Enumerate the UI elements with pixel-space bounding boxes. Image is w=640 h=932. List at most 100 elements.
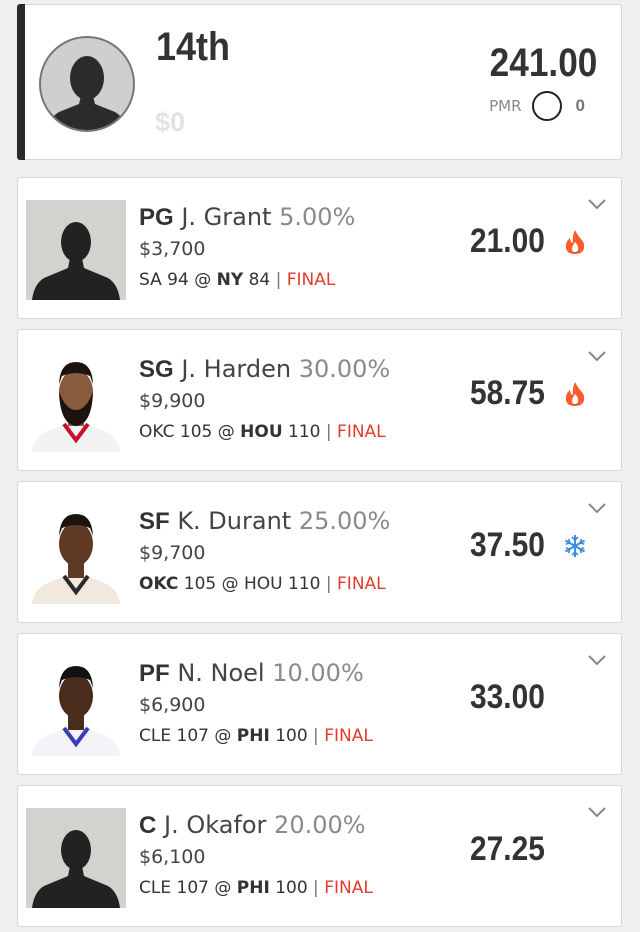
separator: | [313,726,319,746]
chevron-down-icon[interactable] [587,654,607,666]
game-status: FINAL [324,878,373,898]
player-title-line: SF K. Durant 25.00% [139,506,390,537]
player-title-line: C J. Okafor 20.00% [139,810,373,841]
game-status: FINAL [337,574,386,594]
player-name: J. Grant [181,203,272,231]
player-card[interactable]: SG J. Harden 30.00% $9,900 OKC 105 @ HOU… [17,329,622,471]
player-ownership: 25.00% [298,507,391,535]
player-card[interactable]: PF N. Noel 10.00% $6,900 CLE 107 @ PHI 1… [17,633,622,775]
player-position: SF [139,508,170,535]
game-status: FINAL [286,270,336,290]
player-photo [26,808,126,908]
headshot-image [26,352,126,452]
player-ownership: 10.00% [272,659,364,687]
away-score: 105 [179,422,213,442]
player-name: K. Durant [177,507,292,535]
silhouette-icon [32,222,120,300]
away-score: 107 [176,878,209,898]
player-info: SF K. Durant 25.00% $9,700 OKC 105 @ HOU… [139,506,390,595]
home-score: 110 [288,574,321,594]
away-team: CLE [139,878,172,898]
total-points: 241.00 [489,41,597,85]
pmr-indicator: PMR 0 [489,91,585,121]
at-symbol: @ [221,574,239,594]
player-ownership: 5.00% [279,203,356,231]
home-team: PHI [236,726,270,746]
user-avatar [39,36,135,132]
headshot-image [26,504,126,604]
player-ownership: 20.00% [274,811,366,839]
player-photo [26,200,126,300]
player-position: C [139,812,157,839]
away-team: CLE [139,726,172,746]
home-team: PHI [236,878,270,898]
silhouette-icon [32,830,120,908]
player-title-line: PG J. Grant 5.00% [139,202,355,233]
headshot-image [26,656,126,756]
chevron-down-icon[interactable] [587,806,607,818]
home-score: 100 [275,726,308,746]
contest-summary-card: 14th $0 241.00 PMR 0 [17,4,622,160]
chevron-down-icon[interactable] [587,350,607,362]
fire-icon [565,382,585,406]
fire-icon [565,230,585,254]
player-photo [26,352,126,452]
accent-bar [17,4,25,160]
player-card[interactable]: PG J. Grant 5.00% $3,700 SA 94 @ NY 84 |… [17,177,622,319]
snowflake-icon [564,535,586,557]
player-info: C J. Okafor 20.00% $6,100 CLE 107 @ PHI … [139,810,373,899]
at-symbol: @ [214,726,232,746]
player-salary: $6,100 [139,846,206,868]
game-info: CLE 107 @ PHI 100 | FINAL [139,725,373,747]
winnings-label: $0 [155,107,186,137]
player-position: SG [139,356,174,383]
at-symbol: @ [217,422,235,442]
separator: | [325,422,332,442]
home-score: 84 [248,270,271,290]
player-name: J. Okafor [163,811,267,839]
separator: | [313,878,319,898]
player-title-line: PF N. Noel 10.00% [139,658,373,689]
pmr-value: 0 [575,96,585,115]
player-info: PG J. Grant 5.00% $3,700 SA 94 @ NY 84 |… [139,202,355,291]
game-status: FINAL [324,726,373,746]
player-photo [26,504,126,604]
player-salary: $3,700 [139,238,206,260]
chevron-down-icon[interactable] [587,502,607,514]
player-card[interactable]: SF K. Durant 25.00% $9,700 OKC 105 @ HOU… [17,481,622,623]
player-salary: $9,900 [139,390,206,412]
away-score: 94 [167,270,189,290]
player-name: J. Harden [181,355,292,383]
away-team: OKC [139,574,179,594]
game-info: OKC 105 @ HOU 110 | FINAL [139,573,390,595]
chevron-down-icon[interactable] [587,198,607,210]
game-info: OKC 105 @ HOU 110 | FINAL [139,421,390,443]
separator: | [275,270,282,290]
game-info: CLE 107 @ PHI 100 | FINAL [139,877,373,899]
player-card[interactable]: C J. Okafor 20.00% $6,100 CLE 107 @ PHI … [17,785,622,927]
fantasy-points: 21.00 [470,222,545,260]
pmr-label: PMR [489,97,522,115]
at-symbol: @ [194,270,212,290]
player-salary: $9,700 [139,542,206,564]
fantasy-points: 37.50 [470,526,545,564]
home-team: HOU [244,574,283,594]
player-info: PF N. Noel 10.00% $6,900 CLE 107 @ PHI 1… [139,658,373,747]
player-position: PF [139,660,170,687]
away-score: 105 [183,574,217,594]
home-score: 100 [275,878,308,898]
separator: | [325,574,332,594]
away-score: 107 [176,726,209,746]
player-name: N. Noel [177,659,265,687]
at-symbol: @ [214,878,232,898]
away-team: SA [139,270,162,290]
player-info: SG J. Harden 30.00% $9,900 OKC 105 @ HOU… [139,354,390,443]
pmr-progress-ring-icon [531,91,562,121]
game-status: FINAL [337,422,386,442]
home-team: NY [216,270,244,290]
player-ownership: 30.00% [298,355,391,383]
player-position: PG [139,204,174,231]
player-title-line: SG J. Harden 30.00% [139,354,390,385]
fantasy-points: 27.25 [470,830,545,868]
fantasy-points: 58.75 [470,374,545,412]
